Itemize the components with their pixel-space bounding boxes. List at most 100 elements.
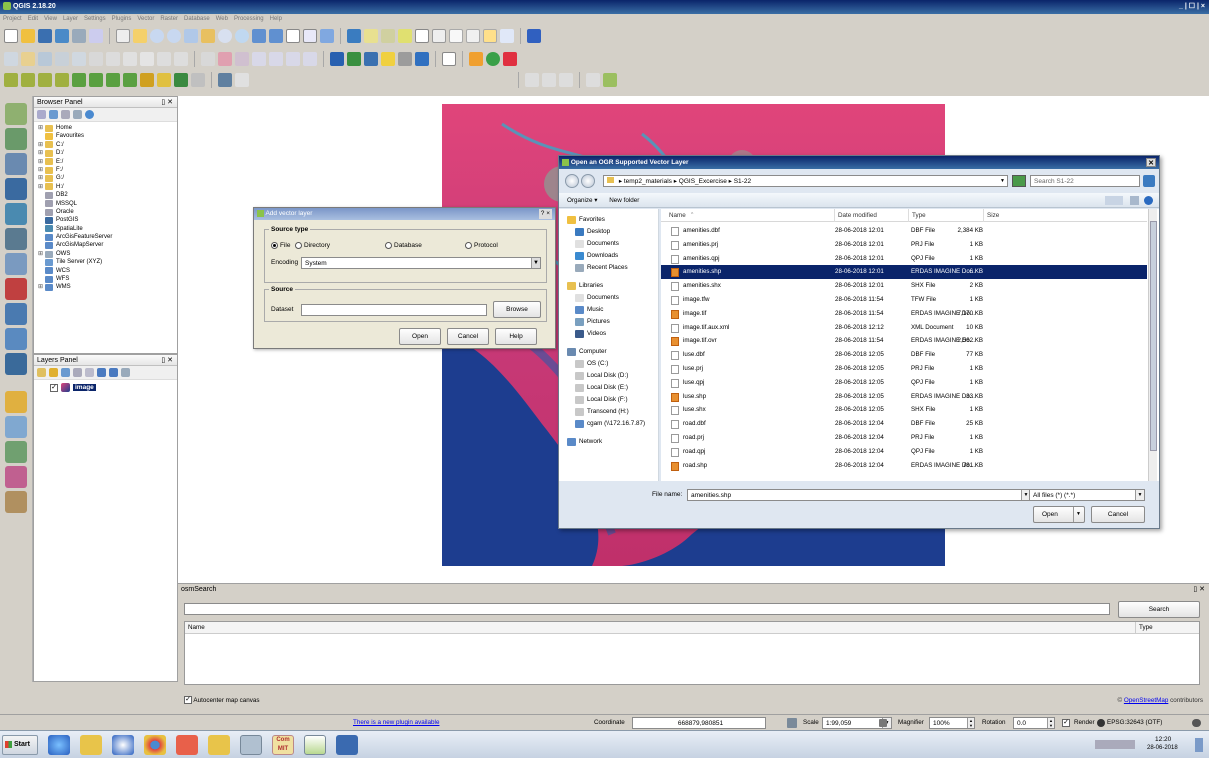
zoom-full-icon[interactable] bbox=[201, 29, 215, 43]
digitize-icon-3[interactable] bbox=[38, 73, 52, 87]
radio-button[interactable] bbox=[385, 242, 392, 249]
commit-app-icon[interactable]: Com MIT bbox=[272, 735, 294, 755]
dataset-input[interactable] bbox=[301, 304, 487, 316]
col-date[interactable]: Date modified bbox=[834, 209, 877, 222]
refresh-icon[interactable] bbox=[320, 29, 334, 43]
mail-icon[interactable] bbox=[176, 735, 198, 755]
nav-item[interactable]: OS (C:) bbox=[567, 358, 658, 370]
col-name[interactable]: Name bbox=[669, 209, 686, 222]
menu-item[interactable]: Raster bbox=[160, 14, 178, 24]
browser-item[interactable]: ⊞ OWS bbox=[38, 250, 177, 258]
digitize-icon-4[interactable] bbox=[55, 73, 69, 87]
open-button[interactable]: Open bbox=[399, 328, 441, 345]
processing-icon[interactable] bbox=[415, 52, 429, 66]
folder-app-icon[interactable] bbox=[208, 735, 230, 755]
panel-float-close-icon[interactable]: ▯ ✕ bbox=[161, 355, 173, 365]
file-row[interactable]: luse.shp 28-06-2018 12:05 ERDAS IMAGINE Do… bbox=[661, 390, 1147, 404]
nav-item[interactable]: Music bbox=[567, 304, 658, 316]
csw-icon[interactable] bbox=[442, 52, 456, 66]
add-db2-icon[interactable] bbox=[5, 253, 27, 275]
file-row[interactable]: image.tfw 28-06-2018 11:54 TFW File 1 KB bbox=[661, 293, 1147, 307]
delete-selected-icon[interactable] bbox=[89, 52, 103, 66]
forward-nav-icon[interactable] bbox=[581, 174, 595, 188]
new-virtual-layer-icon[interactable] bbox=[5, 466, 27, 488]
add-wfs-icon[interactable] bbox=[5, 353, 27, 375]
encoding-select[interactable]: System ▼ bbox=[301, 257, 541, 269]
browser-item[interactable]: ⊞ Home bbox=[38, 124, 177, 132]
menu-item[interactable]: Project bbox=[3, 14, 22, 24]
view-options-icon[interactable] bbox=[1105, 196, 1123, 205]
collapse-all-icon[interactable] bbox=[73, 110, 82, 119]
new-bookmark-icon[interactable] bbox=[303, 29, 317, 43]
filter-browser-icon[interactable] bbox=[61, 110, 70, 119]
file-row[interactable]: image.tif.ovr 28-06-2018 11:54 ERDAS IMAGI… bbox=[661, 334, 1147, 348]
properties-icon[interactable] bbox=[85, 110, 94, 119]
osm-col-name[interactable]: Name bbox=[188, 622, 205, 634]
browser-item[interactable]: MSSQL bbox=[38, 200, 177, 208]
nav-item[interactable]: Local Disk (E:) bbox=[567, 382, 658, 394]
radio-file[interactable]: File bbox=[271, 242, 290, 249]
paste-features-icon[interactable] bbox=[140, 52, 154, 66]
db-manager-icon[interactable] bbox=[381, 52, 395, 66]
tray-icons[interactable] bbox=[1095, 740, 1135, 749]
add-raster-layer-icon[interactable] bbox=[5, 128, 27, 150]
menu-item[interactable]: Settings bbox=[84, 14, 106, 24]
nav-item[interactable]: Videos bbox=[567, 328, 658, 340]
internet-explorer-icon[interactable] bbox=[48, 735, 70, 755]
osm-col-type[interactable]: Type bbox=[1135, 622, 1153, 634]
file-row[interactable]: amenities.dbf 28-06-2018 12:01 DBF File 2,3… bbox=[661, 224, 1147, 238]
col-size[interactable]: Size bbox=[983, 209, 999, 222]
filter-legend-icon[interactable] bbox=[73, 368, 82, 377]
col-type[interactable]: Type bbox=[908, 209, 926, 222]
copy-features-icon[interactable] bbox=[123, 52, 137, 66]
radio-button[interactable] bbox=[271, 242, 278, 249]
zoom-out-icon[interactable] bbox=[167, 29, 181, 43]
show-labels-icon[interactable] bbox=[252, 52, 266, 66]
add-mssql-icon[interactable] bbox=[5, 228, 27, 250]
ogr-cancel-button[interactable]: Cancel bbox=[1091, 506, 1145, 523]
nav-item[interactable]: Computer bbox=[567, 346, 658, 358]
vertical-scrollbar[interactable] bbox=[1148, 209, 1157, 481]
nav-item[interactable]: Desktop bbox=[567, 226, 658, 238]
select-by-expression-icon[interactable] bbox=[381, 29, 395, 43]
plugin-notice-link[interactable]: There is a new plugin available bbox=[353, 715, 439, 731]
trace-icon[interactable] bbox=[586, 73, 600, 87]
nav-item[interactable]: cgam (\\172.16.7.87) bbox=[567, 418, 658, 430]
menu-item[interactable]: Layer bbox=[63, 14, 78, 24]
nav-item[interactable]: Pictures bbox=[567, 316, 658, 328]
file-row[interactable]: luse.dbf 28-06-2018 12:05 DBF File 77 KB bbox=[661, 348, 1147, 362]
open-layer-styling-icon[interactable] bbox=[37, 368, 46, 377]
digitize-icon-8[interactable] bbox=[123, 73, 137, 87]
preview-pane-icon[interactable] bbox=[1130, 196, 1139, 205]
expand-icon[interactable]: ⊞ bbox=[38, 250, 45, 258]
osm-polygon-icon[interactable] bbox=[503, 52, 517, 66]
snap-icon-1[interactable] bbox=[525, 73, 539, 87]
cancel-button[interactable]: Cancel bbox=[447, 328, 489, 345]
add-selected-icon[interactable] bbox=[37, 110, 46, 119]
help-icon[interactable] bbox=[527, 29, 541, 43]
open-attribute-table-icon[interactable] bbox=[415, 29, 429, 43]
ogr-open-button[interactable]: Open ▼ bbox=[1033, 506, 1085, 523]
add-delimited-text-icon[interactable] bbox=[5, 153, 27, 175]
file-row[interactable]: amenities.shx 28-06-2018 12:01 SHX File 2 K… bbox=[661, 279, 1147, 293]
deselect-icon[interactable] bbox=[398, 29, 412, 43]
pin-labels-icon[interactable] bbox=[235, 52, 249, 66]
file-row[interactable]: amenities.shp 28-06-2018 12:01 ERDAS IMAGI… bbox=[661, 265, 1147, 280]
osm-search-input[interactable] bbox=[184, 603, 1110, 615]
digitize-icon-2[interactable] bbox=[21, 73, 35, 87]
clock-time[interactable]: 12:20 bbox=[1155, 736, 1171, 743]
collapse-all-icon[interactable] bbox=[109, 368, 118, 377]
add-group-icon[interactable] bbox=[49, 368, 58, 377]
change-label-icon[interactable] bbox=[303, 52, 317, 66]
radio-directory[interactable]: Directory bbox=[295, 242, 330, 249]
rotate-label-icon[interactable] bbox=[286, 52, 300, 66]
calculator-icon[interactable] bbox=[240, 735, 262, 755]
back-nav-icon[interactable] bbox=[565, 174, 579, 188]
file-row[interactable]: amenities.qpj 28-06-2018 12:01 QPJ File 1 K… bbox=[661, 252, 1147, 266]
add-spatialite-icon[interactable] bbox=[5, 203, 27, 225]
browser-item[interactable]: PostGIS bbox=[38, 216, 177, 224]
layer-labeling-icon[interactable] bbox=[218, 52, 232, 66]
sum-icon[interactable] bbox=[191, 73, 205, 87]
file-row[interactable]: luse.qpj 28-06-2018 12:05 QPJ File 1 KB bbox=[661, 376, 1147, 390]
layer-visibility-checkbox[interactable]: ✓ bbox=[50, 383, 58, 392]
